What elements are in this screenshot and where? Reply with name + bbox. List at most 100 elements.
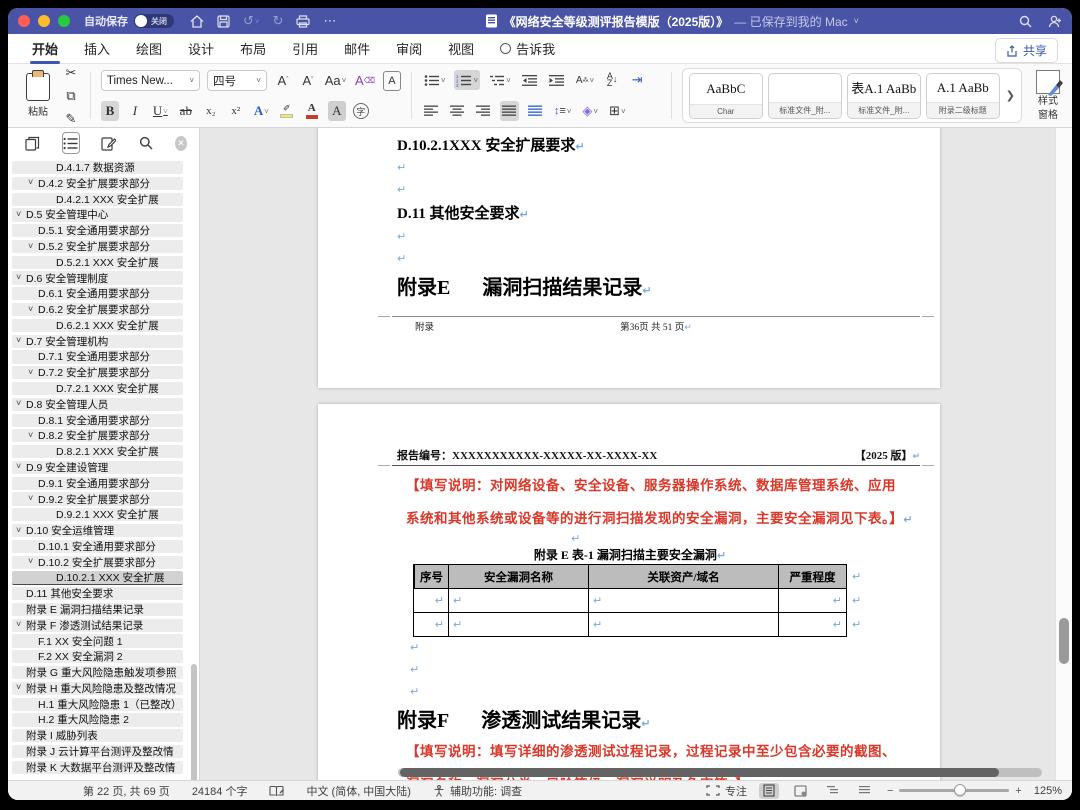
style-chip[interactable]: 表A.1 AaBb 标准文件_附... xyxy=(847,73,921,119)
outline-item[interactable]: D.8.2.1 XXX 安全扩展 xyxy=(12,445,183,458)
character-shading-button[interactable]: A xyxy=(328,101,346,121)
multilevel-list-button[interactable]: ˅ xyxy=(487,70,513,90)
outline-item[interactable]: D.5.2 安全扩展要求部分 xyxy=(12,240,183,253)
outline-item[interactable]: 附录 G 重大风险隐患触发项参照 xyxy=(12,666,183,679)
phonetic-guide-button[interactable]: A⁂˅ xyxy=(574,70,596,90)
superscript-button[interactable]: x² xyxy=(227,101,245,121)
outline-item[interactable]: D.7 安全管理机构 xyxy=(12,335,183,348)
outline-item[interactable]: D.9.2.1 XXX 安全扩展 xyxy=(12,508,183,521)
show-formatting-marks-button[interactable]: ⇥ xyxy=(628,70,646,90)
sort-button[interactable]: AZ↓ xyxy=(603,70,621,90)
vertical-scrollbar[interactable] xyxy=(1055,128,1072,780)
home-icon[interactable] xyxy=(190,15,204,28)
chevron-down-icon[interactable] xyxy=(28,242,38,252)
bold-button[interactable]: B xyxy=(101,101,119,121)
distribute-text-button[interactable] xyxy=(526,101,545,121)
outline-item[interactable]: D.5.2.1 XXX 安全扩展 xyxy=(12,256,183,269)
chevron-down-icon[interactable] xyxy=(28,305,38,315)
font-color-button[interactable]: A xyxy=(303,101,321,121)
outline-item[interactable]: D.8 安全管理人员 xyxy=(12,398,183,411)
outline-item[interactable]: D.10.2 安全扩展要求部分 xyxy=(12,556,183,569)
outline-item[interactable]: D.9.2 安全扩展要求部分 xyxy=(12,492,183,505)
ribbon-tab[interactable]: 告诉我 xyxy=(488,34,567,64)
zoom-level[interactable]: 125% xyxy=(1034,785,1062,797)
outline-item[interactable]: 附录 K 大数据平台测评及整改情 xyxy=(12,761,183,774)
format-painter-icon[interactable]: ✎ xyxy=(62,109,80,129)
outline-item[interactable]: D.7.1 安全通用要求部分 xyxy=(12,350,183,363)
numbered-list-button[interactable]: 123˅ xyxy=(454,70,480,90)
ribbon-tab[interactable]: 设计 xyxy=(176,34,226,64)
outline-item[interactable]: 附录 F 渗透测试结果记录 xyxy=(12,619,183,632)
thumbnails-pane-icon[interactable] xyxy=(24,132,42,154)
share-button[interactable]: 共享 xyxy=(995,38,1058,63)
outline-item[interactable]: D.8.2 安全扩展要求部分 xyxy=(12,429,183,442)
chevron-down-icon[interactable] xyxy=(16,526,26,536)
clear-formatting-button[interactable]: A⌫ xyxy=(354,71,376,91)
shrink-font-button[interactable]: Aˇ xyxy=(299,71,317,91)
outline-item[interactable]: H.2 重大风险隐患 2 xyxy=(12,713,183,726)
autosave-toggle[interactable]: 关闭 xyxy=(134,14,174,28)
subscript-button[interactable]: x₂ xyxy=(202,101,220,121)
more-commands-icon[interactable]: ⋯ xyxy=(323,13,336,29)
ribbon-tab[interactable]: 邮件 xyxy=(332,34,382,64)
underline-button[interactable]: U˅ xyxy=(151,101,170,121)
outline-item[interactable]: D.8.1 安全通用要求部分 xyxy=(12,414,183,427)
outline-item[interactable]: D.9 安全建设管理 xyxy=(12,461,183,474)
outline-item[interactable]: D.11 其他安全要求 xyxy=(12,587,183,600)
zoom-knob[interactable] xyxy=(954,784,966,796)
review-pane-icon[interactable] xyxy=(100,132,118,154)
document-page-2[interactable]: 报告编号：XXXXXXXXXXX-XXXXX-XX-XXXX-XX 【2025 … xyxy=(318,404,940,780)
outline-view-button[interactable] xyxy=(823,783,843,799)
vulnerability-table[interactable]: 序号安全漏洞名称关联资产/域名严重程度 ↵ ↵ ↵ ↵ ↵ ↵ ↵ ↵ xyxy=(413,564,847,637)
borders-button[interactable]: ⊞˅ xyxy=(607,101,628,121)
focus-mode-button[interactable]: 专注 xyxy=(706,783,747,799)
font-name-select[interactable]: Times New...˅ xyxy=(101,70,200,91)
chevron-down-icon[interactable] xyxy=(16,620,26,630)
horizontal-scrollbar-thumb[interactable] xyxy=(400,768,999,777)
cut-icon[interactable]: ✂ xyxy=(62,63,80,83)
style-chip[interactable]: 标准文件_附... xyxy=(768,73,842,119)
outline-item[interactable]: F.1 XX 安全问题 1 xyxy=(12,634,183,647)
close-pane-icon[interactable]: ✕ xyxy=(175,136,187,151)
find-pane-icon[interactable] xyxy=(137,132,155,154)
minimize-window-button[interactable] xyxy=(38,15,50,27)
outline-item[interactable]: D.5.1 安全通用要求部分 xyxy=(12,224,183,237)
outline-item[interactable]: D.7.2.1 XXX 安全扩展 xyxy=(12,382,183,395)
align-left-button[interactable] xyxy=(422,101,441,121)
ribbon-tab[interactable]: 视图 xyxy=(436,34,486,64)
close-window-button[interactable] xyxy=(18,15,30,27)
outline-item[interactable]: D.4.2.1 XXX 安全扩展 xyxy=(12,193,183,206)
outline-item[interactable]: D.6.1 安全通用要求部分 xyxy=(12,287,183,300)
chevron-down-icon[interactable] xyxy=(16,683,26,693)
chevron-down-icon[interactable] xyxy=(28,431,38,441)
print-layout-view-button[interactable] xyxy=(759,783,779,799)
zoom-window-button[interactable] xyxy=(58,15,70,27)
style-gallery-more-icon[interactable]: ❯ xyxy=(1006,89,1015,102)
presence-person-icon[interactable] xyxy=(1048,15,1062,28)
increase-indent-button[interactable] xyxy=(547,70,567,90)
align-right-button[interactable] xyxy=(474,101,493,121)
ribbon-tab[interactable]: 绘图 xyxy=(124,34,174,64)
outline-item[interactable]: 附录 H 重大风险隐患及整改情况 xyxy=(12,682,183,695)
redo-icon[interactable]: ↻ xyxy=(273,13,284,29)
save-icon[interactable] xyxy=(217,15,230,28)
ribbon-tab[interactable]: 开始 xyxy=(20,34,70,64)
outline-item[interactable]: D.4.2 安全扩展要求部分 xyxy=(12,177,183,190)
chevron-down-icon[interactable] xyxy=(16,273,26,283)
outline-item[interactable]: D.5 安全管理中心 xyxy=(12,208,183,221)
outline-item[interactable]: 附录 I 威胁列表 xyxy=(12,729,183,742)
undo-icon[interactable]: ↺˅ xyxy=(243,13,260,29)
enclose-characters-button[interactable]: 字 xyxy=(353,103,369,119)
outline-item[interactable]: H.1 重大风险隐患 1（已整改） xyxy=(12,698,183,711)
chevron-down-icon[interactable] xyxy=(16,399,26,409)
outline-item[interactable]: D.6.2.1 XXX 安全扩展 xyxy=(12,319,183,332)
bullet-list-button[interactable]: ˅ xyxy=(422,70,448,90)
outline-item[interactable]: D.10 安全运维管理 xyxy=(12,524,183,537)
outline-item[interactable]: 附录 E 漏洞扫描结果记录 xyxy=(12,603,183,616)
chevron-down-icon[interactable] xyxy=(16,462,26,472)
ribbon-tab[interactable]: 引用 xyxy=(280,34,330,64)
align-center-button[interactable] xyxy=(448,101,467,121)
strikethrough-button[interactable]: ab xyxy=(177,101,195,121)
text-effects-button[interactable]: A˅ xyxy=(252,101,271,121)
draft-view-button[interactable] xyxy=(855,783,875,799)
